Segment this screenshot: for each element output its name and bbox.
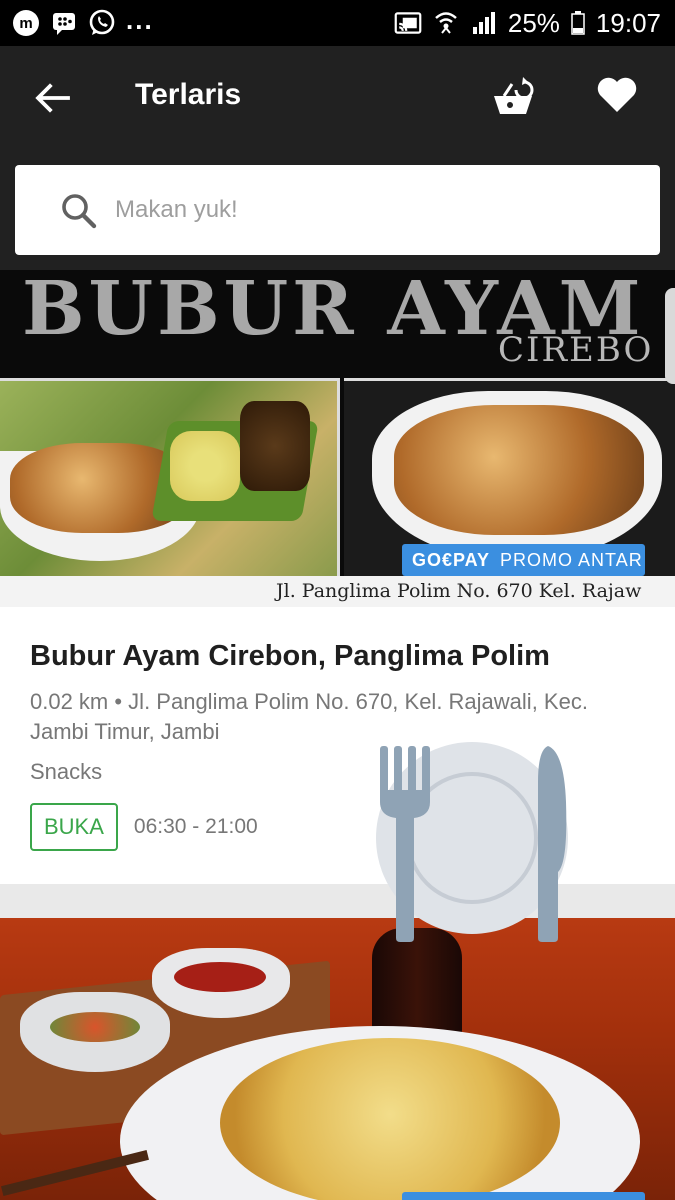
back-button[interactable] bbox=[28, 76, 76, 120]
search-icon bbox=[62, 194, 97, 229]
open-status-badge: BUKA bbox=[30, 803, 118, 851]
heart-icon bbox=[597, 77, 637, 112]
restaurant-banner-image bbox=[0, 918, 675, 1200]
chopsticks bbox=[1, 1150, 149, 1196]
banner-photo-left bbox=[0, 378, 340, 576]
wifi-icon bbox=[432, 9, 460, 37]
sauce-bowl bbox=[152, 948, 290, 1018]
battery-percent: 25% bbox=[507, 7, 560, 38]
more-notifications-indicator: ... bbox=[126, 4, 154, 35]
search-container bbox=[0, 150, 675, 270]
restaurant-name: Bubur Ayam Cirebon, Panglima Polim bbox=[30, 640, 550, 672]
app-bar: Terlaris bbox=[0, 46, 675, 150]
restaurant-banner-image: BUBUR AYAM CIREBO Jl. Panglima Polim No.… bbox=[0, 270, 675, 607]
m-app-icon: m bbox=[12, 9, 40, 37]
favorite-button[interactable] bbox=[596, 76, 644, 120]
fork-knife-plate-icon bbox=[376, 742, 568, 942]
opening-hours: 06:30 - 21:00 bbox=[133, 815, 258, 838]
scroll-handle[interactable] bbox=[665, 288, 675, 384]
basket-icon bbox=[494, 77, 534, 114]
status-bar: m ... 25% 19:07 bbox=[0, 0, 675, 46]
status-bar-left: m ... bbox=[12, 4, 154, 38]
side-bowl bbox=[20, 992, 170, 1072]
restaurant-address: 0.02 km • Jl. Panglima Polim No. 670, Ke… bbox=[30, 689, 588, 744]
signal-icon bbox=[470, 9, 498, 37]
status-bar-right: 25% 19:07 bbox=[394, 6, 661, 40]
gopay-promo-badge: GO€PAY PROMO ANTAR bbox=[402, 544, 645, 576]
basket-button[interactable] bbox=[490, 74, 540, 122]
noodles bbox=[220, 1038, 560, 1200]
page-title: Terlaris bbox=[135, 78, 242, 111]
arrow-left-icon bbox=[35, 83, 70, 113]
clock: 19:07 bbox=[595, 7, 661, 38]
search-input[interactable] bbox=[115, 183, 635, 237]
bbm-icon bbox=[50, 9, 78, 37]
svg-text:m: m bbox=[19, 15, 32, 32]
gopay-logo: GO€PAY bbox=[412, 549, 491, 570]
promo-label: PROMO ANTAR bbox=[500, 549, 643, 570]
restaurant-card[interactable]: BUBUR AYAM CIREBO Jl. Panglima Polim No.… bbox=[0, 270, 675, 884]
cast-icon bbox=[394, 9, 422, 37]
whatsapp-icon bbox=[88, 9, 116, 37]
banner-subline: CIREBO bbox=[498, 330, 654, 370]
banner-address-strip: Jl. Panglima Polim No. 670 Kel. Rajaw bbox=[0, 576, 675, 607]
gopay-promo-badge bbox=[402, 1192, 645, 1200]
battery-icon bbox=[570, 9, 586, 37]
search-box[interactable] bbox=[15, 165, 660, 255]
restaurant-card[interactable] bbox=[0, 918, 675, 1200]
